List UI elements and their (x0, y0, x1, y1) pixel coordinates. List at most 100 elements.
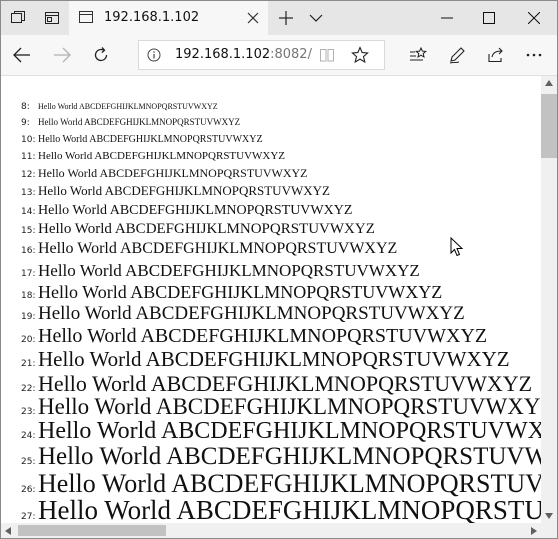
scroll-right-icon[interactable] (531, 527, 537, 535)
font-size-label: 24: (21, 431, 36, 441)
font-sample-text: Hello World ABCDEFGHIJKLMNOPQRSTUVWXYZ (38, 261, 420, 280)
font-size-label: 12: (21, 170, 36, 180)
refresh-icon (94, 47, 108, 62)
minimize-icon (441, 17, 453, 19)
horizontal-scroll-thumb[interactable] (18, 525, 166, 536)
font-size-label: 15: (21, 226, 36, 236)
title-bar: 192.168.1.102 (1, 1, 557, 35)
info-icon[interactable] (147, 48, 161, 62)
new-tab-button[interactable] (273, 1, 299, 35)
forward-button[interactable] (47, 41, 77, 69)
font-size-label: 10: (21, 135, 36, 145)
share-button[interactable] (481, 41, 511, 69)
favorites-hub-button[interactable] (403, 41, 433, 69)
font-size-label: 9: (21, 118, 30, 128)
scrollbar-corner (541, 523, 557, 538)
font-sample-line: 23: Hello World ABCDEFGHIJKLMNOPQRSTUVWXY… (21, 394, 541, 420)
font-sample-line: 11: Hello World ABCDEFGHIJKLMNOPQRSTUVWXY… (21, 146, 285, 164)
font-sample-text: Hello World ABCDEFGHIJKLMNOPQRSTUVWXYZ (38, 134, 263, 145)
star-icon[interactable] (351, 46, 369, 64)
font-sample-text: Hello World ABCDEFGHIJKLMNOPQRSTUVWXYZ (38, 240, 398, 257)
font-sample-text: Hello World ABCDEFGHIJKLMNOPQRSTUVWXYZ (38, 221, 375, 237)
arrow-left-icon (13, 47, 30, 63)
font-sample-text: Hello World ABCDEFGHIJKLMNOPQRSTUVWXYZ (38, 495, 541, 523)
address-bar[interactable]: 192.168.1.102:8082/ (138, 40, 385, 70)
pen-icon (449, 47, 465, 64)
font-sample-line: 10: Hello World ABCDEFGHIJKLMNOPQRSTUVWXY… (21, 129, 263, 147)
font-sample-text: Hello World ABCDEFGHIJKLMNOPQRSTUVWXYZ (38, 166, 308, 180)
font-sample-text: Hello World ABCDEFGHIJKLMNOPQRSTUVWXYZ (38, 183, 330, 198)
font-sample-text: Hello World ABCDEFGHIJKLMNOPQRSTUVWXYZ (38, 347, 510, 371)
font-sample-line: 25:Hello World ABCDEFGHIJKLMNOPQRSTUVWXY… (21, 443, 541, 471)
tab-preview-icon (45, 12, 59, 24)
back-button[interactable] (7, 41, 37, 69)
font-sample-text: Hello World ABCDEFGHIJKLMNOPQRSTUVWXYZ (38, 371, 533, 396)
close-icon[interactable] (246, 11, 260, 25)
active-tab[interactable]: 192.168.1.102 (69, 1, 268, 35)
favorites-list-icon (410, 47, 427, 61)
minimize-button[interactable] (425, 1, 469, 35)
font-sample-line: 27:Hello World ABCDEFGHIJKLMNOPQRSTUVWXY… (21, 495, 541, 523)
vertical-scrollbar[interactable] (541, 76, 557, 523)
font-sample-text: Hello World ABCDEFGHIJKLMNOPQRSTUVWXYZ (38, 443, 541, 470)
font-sample-text: Hello World ABCDEFGHIJKLMNOPQRSTUVWXYZ (38, 150, 286, 162)
font-sample-text: Hello World ABCDEFGHIJKLMNOPQRSTUVWXYZ (38, 203, 353, 218)
close-icon (528, 12, 540, 24)
scroll-down-icon[interactable] (545, 513, 553, 519)
tab-preview-button[interactable] (35, 1, 69, 35)
font-size-label: 14: (21, 207, 36, 217)
share-icon (488, 47, 503, 63)
font-sample-text: Hello World ABCDEFGHIJKLMNOPQRSTUVWXYZ (38, 469, 541, 498)
font-size-label: 17: (21, 269, 36, 279)
more-icon (526, 53, 542, 57)
font-sample-line: 24: Hello World ABCDEFGHIJKLMNOPQRSTUVWXY… (21, 418, 541, 445)
page-content: 8: Hello World ABCDEFGHIJKLMNOPQRSTUVWXYZ… (1, 76, 541, 523)
book-icon[interactable] (319, 47, 335, 63)
tab-title: 192.168.1.102 (104, 10, 200, 25)
tab-actions-button[interactable] (1, 1, 35, 35)
font-sample-line: 17: Hello World ABCDEFGHIJKLMNOPQRSTUVWXY… (21, 261, 420, 281)
url-text[interactable]: 192.168.1.102:8082/ (175, 47, 312, 62)
horizontal-scrollbar[interactable] (1, 523, 541, 538)
font-sample-line: 16: Hello World ABCDEFGHIJKLMNOPQRSTUVWXY… (21, 240, 397, 258)
font-size-label: 19: (21, 312, 36, 322)
font-sample-text: Hello World ABCDEFGHIJKLMNOPQRSTUVWXYZ (38, 282, 443, 302)
font-sample-text: Hello World ABCDEFGHIJKLMNOPQRSTUVWXYZ (38, 325, 488, 347)
font-size-label: 13: (21, 188, 36, 198)
refresh-button[interactable] (86, 41, 116, 69)
browser-window: 192.168.1.102 192.168.1.102:8082/ 8: Hel… (0, 0, 558, 539)
scroll-left-icon[interactable] (5, 527, 11, 535)
close-window-button[interactable] (511, 1, 557, 35)
font-sample-line: 18: Hello World ABCDEFGHIJKLMNOPQRSTUVWXY… (21, 282, 442, 303)
maximize-button[interactable] (467, 1, 511, 35)
font-sample-line: 12: Hello World ABCDEFGHIJKLMNOPQRSTUVWXY… (21, 164, 307, 182)
font-size-label: 22: (21, 384, 36, 394)
more-button[interactable] (519, 41, 549, 69)
font-sample-text: Hello World ABCDEFGHIJKLMNOPQRSTUVWXYZ (38, 394, 541, 419)
font-size-label: 27: (21, 512, 36, 522)
font-sample-line: 14: Hello World ABCDEFGHIJKLMNOPQRSTUVWXY… (21, 201, 352, 219)
font-size-label: 8: (21, 102, 30, 112)
page-icon (79, 11, 93, 23)
font-sample-line: 19: Hello World ABCDEFGHIJKLMNOPQRSTUVWXY… (21, 303, 465, 325)
navigation-bar: 192.168.1.102:8082/ (1, 35, 557, 76)
vertical-scroll-thumb[interactable] (541, 94, 557, 158)
font-sample-line: 13: Hello World ABCDEFGHIJKLMNOPQRSTUVWXY… (21, 182, 330, 200)
font-size-label: 20: (21, 335, 36, 345)
font-sample-text: Hello World ABCDEFGHIJKLMNOPQRSTUVWXYZ (38, 303, 465, 324)
arrow-right-icon (54, 47, 71, 63)
scroll-up-icon[interactable] (545, 80, 553, 86)
font-sample-line: 15: Hello World ABCDEFGHIJKLMNOPQRSTUVWXY… (21, 220, 375, 238)
font-size-label: 23: (21, 407, 36, 417)
maximize-icon (483, 12, 495, 24)
font-size-label: 25: (21, 457, 36, 467)
url-port: :8082/ (270, 47, 312, 62)
font-size-label: 26: (21, 485, 36, 495)
tab-stack-icon (11, 11, 25, 23)
font-sample-text: Hello World ABCDEFGHIJKLMNOPQRSTUVWXYZ (38, 102, 218, 111)
tab-list-button[interactable] (303, 1, 329, 35)
notes-button[interactable] (442, 41, 472, 69)
font-sample-text: Hello World ABCDEFGHIJKLMNOPQRSTUVWXYZ (38, 418, 541, 444)
url-host: 192.168.1.102 (175, 47, 271, 62)
font-size-label: 21: (21, 359, 36, 369)
